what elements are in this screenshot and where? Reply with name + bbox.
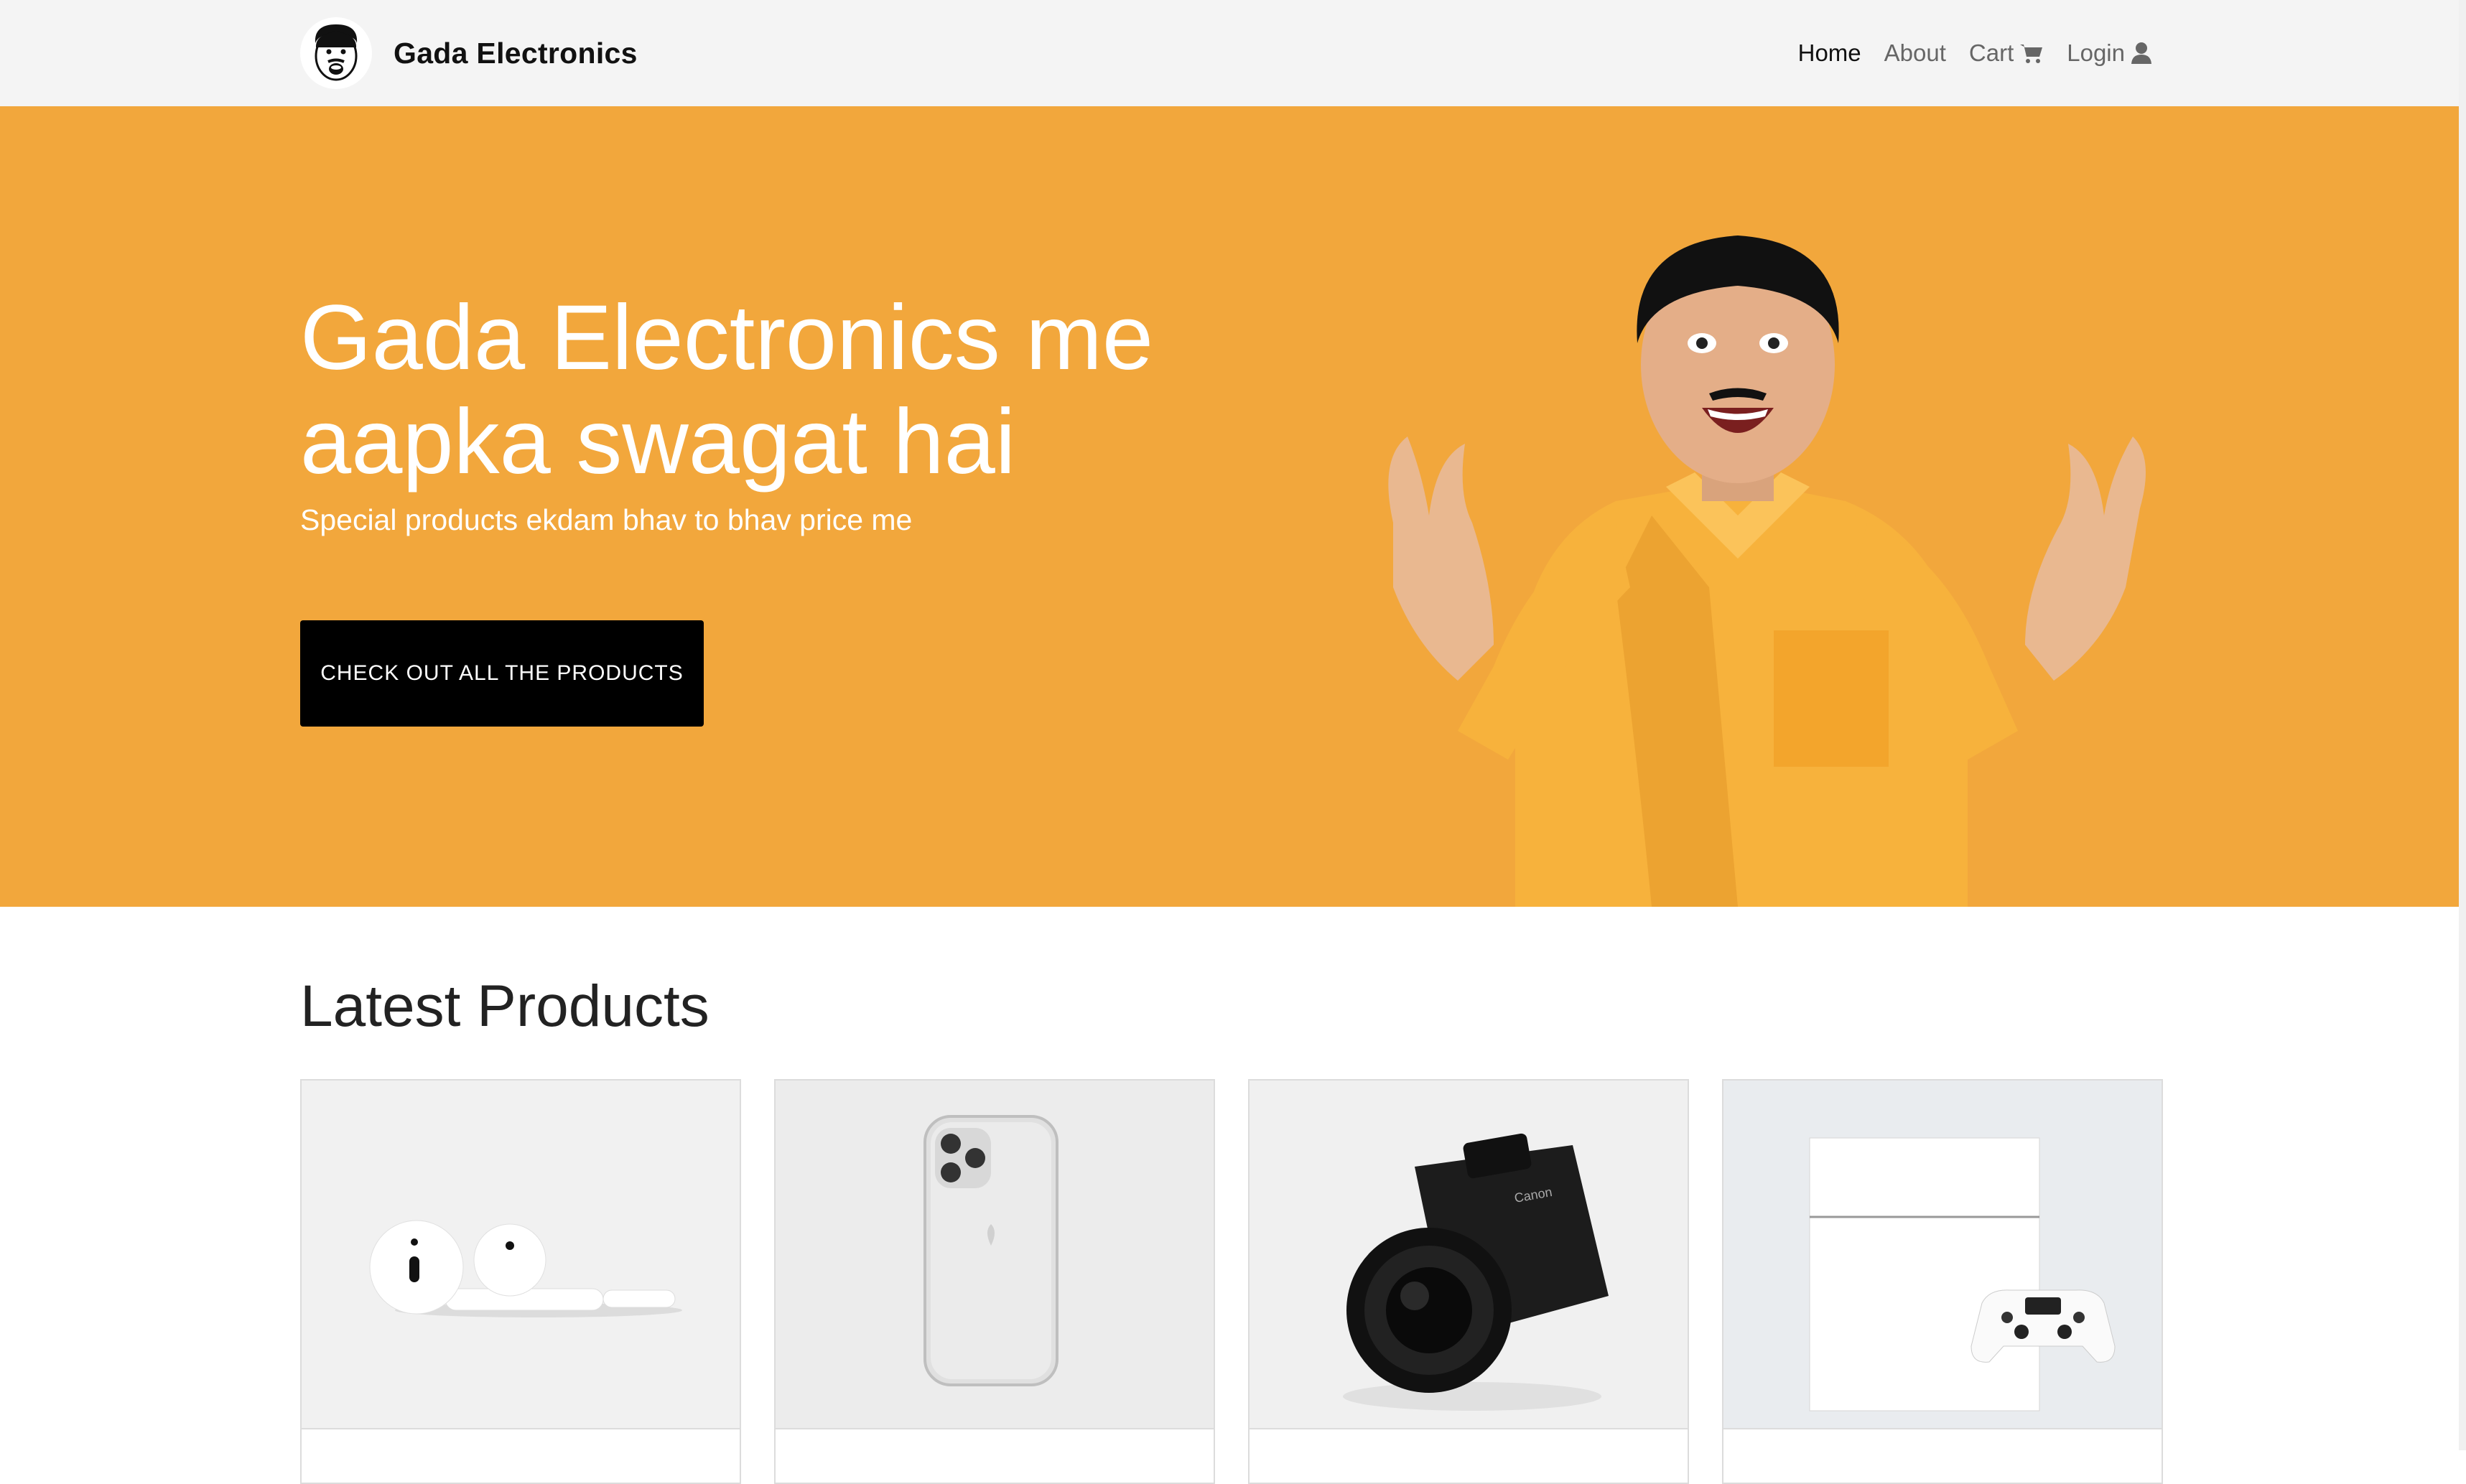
nav-about[interactable]: About: [1884, 39, 1946, 67]
hero-banner: Gada Electronics me aapka swagat hai Spe…: [0, 106, 2466, 907]
nav-cart[interactable]: Cart: [1969, 39, 2044, 67]
nav-home-label: Home: [1797, 39, 1861, 66]
nav-about-label: About: [1884, 39, 1946, 66]
nav-login[interactable]: Login: [2067, 39, 2152, 67]
product-card[interactable]: [300, 1079, 741, 1484]
airpods-image: [302, 1081, 740, 1429]
hero-title: Gada Electronics me aapka swagat hai: [300, 286, 1154, 493]
shopkeeper-image: [1388, 235, 2146, 907]
camera-image: Canon: [1250, 1081, 1688, 1429]
nav-cart-label: Cart: [1968, 39, 2014, 66]
playstation-image: [1723, 1081, 2162, 1429]
user-icon: [2131, 42, 2151, 64]
latest-products-heading: Latest Products: [300, 974, 709, 1039]
navbar: Gada Electronics Home About Cart Login: [0, 0, 2466, 107]
nav-links: Home About Cart Login: [1775, 32, 2152, 75]
cartoon-face-logo-icon[interactable]: [300, 17, 372, 89]
hero-subtitle: Special products ekdam bhav to bhav pric…: [300, 503, 913, 536]
check-out-products-button[interactable]: CHECK OUT ALL THE PRODUCTS: [300, 620, 704, 727]
nav-home[interactable]: Home: [1798, 39, 1861, 67]
cart-icon: [2020, 45, 2043, 63]
page-scrollbar[interactable]: [2459, 0, 2466, 1450]
product-card[interactable]: [1722, 1079, 2163, 1484]
brand-name[interactable]: Gada Electronics: [394, 37, 638, 70]
nav-login-label: Login: [2067, 39, 2125, 66]
product-card[interactable]: [774, 1079, 1215, 1484]
iphone-image: [776, 1081, 1214, 1429]
product-card[interactable]: Canon: [1248, 1079, 1689, 1484]
brand[interactable]: Gada Electronics: [300, 16, 638, 90]
